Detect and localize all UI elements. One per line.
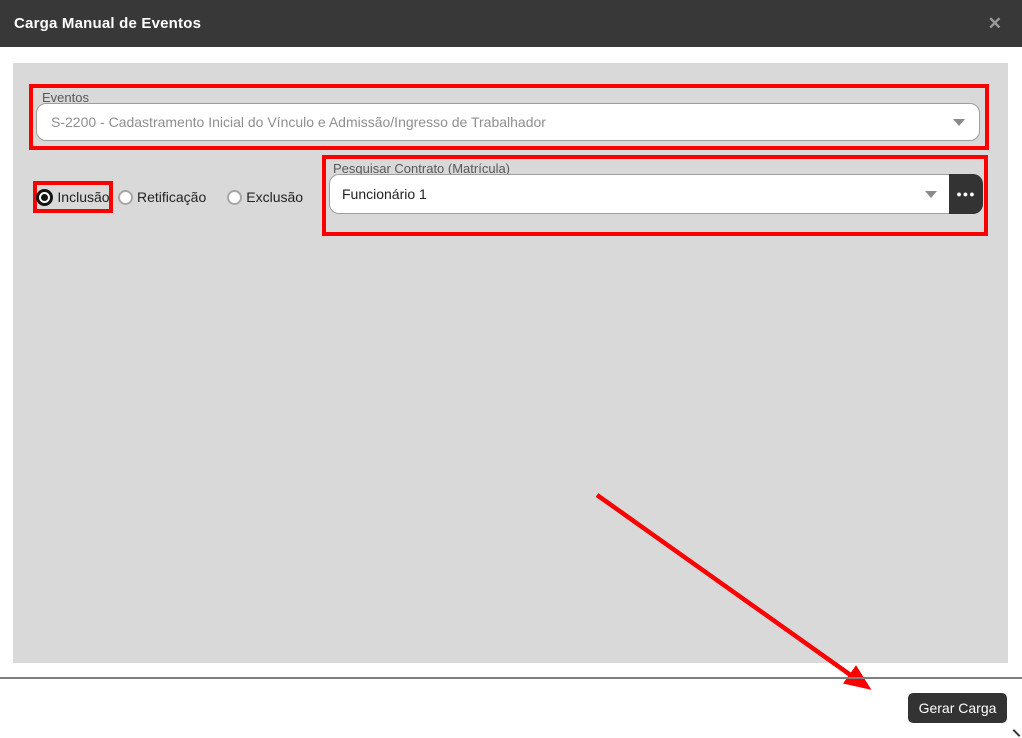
pesquisar-contrato-selected-value: Funcionário 1 — [342, 186, 427, 202]
pesquisar-contrato-highlight-box: Pesquisar Contrato (Matrícula) Funcionár… — [322, 155, 988, 236]
modal-header: Carga Manual de Eventos ✕ — [0, 0, 1022, 47]
radio-unselected-icon[interactable] — [118, 189, 133, 205]
resize-corner-mark — [1012, 729, 1021, 737]
modo-lancamento-radio-group: Retificação Exclusão — [118, 181, 303, 213]
inclusao-highlight-box: Inclusão — [33, 181, 113, 213]
eventos-select[interactable]: S-2200 - Cadastramento Inicial do Víncul… — [36, 103, 980, 141]
ellipsis-more-button[interactable]: ●●● — [949, 174, 983, 214]
pesquisar-contrato-select[interactable]: Funcionário 1 — [329, 174, 949, 214]
gerar-carga-button[interactable]: Gerar Carga — [908, 693, 1007, 723]
chevron-down-icon — [925, 190, 937, 198]
radio-inclusao[interactable]: Inclusão — [36, 188, 110, 206]
footer-divider — [0, 677, 1022, 679]
radio-selected-icon[interactable] — [36, 188, 54, 206]
close-icon[interactable]: ✕ — [982, 11, 1008, 36]
chevron-down-icon — [953, 118, 965, 126]
radio-retificacao[interactable]: Retificação — [118, 189, 206, 205]
radio-exclusao-label: Exclusão — [246, 189, 304, 205]
modal-body-panel — [13, 63, 1008, 663]
radio-unselected-icon[interactable] — [227, 189, 243, 205]
eventos-selected-value: S-2200 - Cadastramento Inicial do Víncul… — [51, 114, 546, 130]
radio-retificacao-label: Retificação — [137, 189, 207, 205]
radio-inclusao-label: Inclusão — [57, 189, 110, 205]
eventos-highlight-box: Eventos S-2200 - Cadastramento Inicial d… — [29, 84, 989, 150]
radio-exclusao[interactable]: Exclusão — [227, 189, 303, 205]
pesquisar-contrato-group: Funcionário 1 ●●● — [329, 174, 983, 214]
modal-title: Carga Manual de Eventos — [14, 15, 202, 32]
